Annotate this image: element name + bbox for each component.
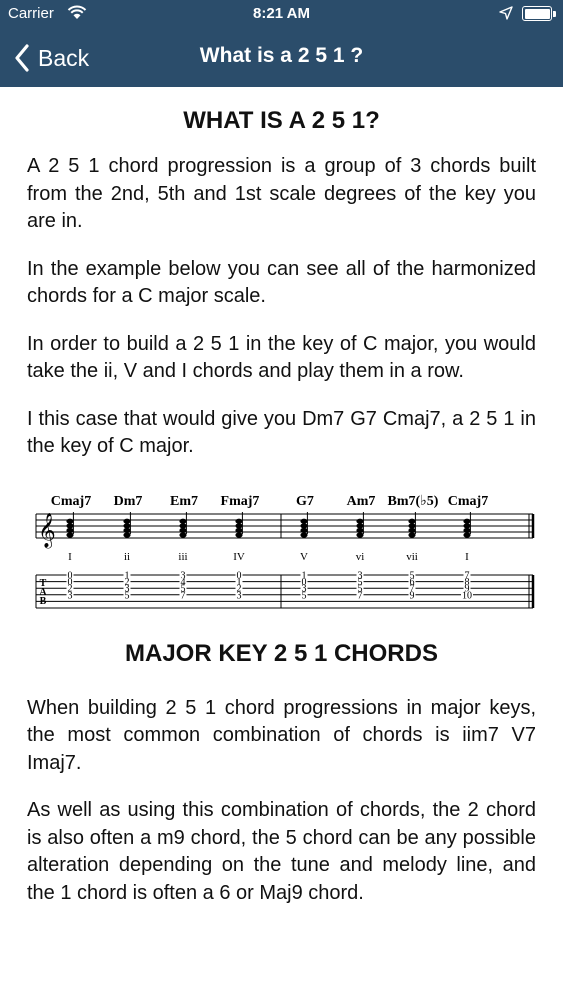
chord-name-label: Cmaj7 — [51, 494, 91, 509]
notation-tab-figure: Cmaj7 Dm7 Em7 Fmaj7 G7 Am7 Bm7(♭5) Cmaj7𝄞I ii iii… — [35, 494, 535, 608]
notehead — [463, 527, 471, 533]
article-paragraph: In order to build a 2 5 1 in the key of … — [27, 332, 536, 383]
notehead — [123, 531, 131, 538]
location-arrow-icon — [499, 6, 513, 20]
treble-clef-symbol: 𝄞 — [38, 513, 56, 549]
tab-clef-letter: B — [40, 596, 47, 607]
battery-icon — [522, 6, 556, 21]
notehead — [408, 527, 416, 533]
notehead — [179, 522, 187, 528]
tab-fret-number: 5 — [125, 590, 130, 601]
scale-degree-label: ii — [124, 551, 130, 563]
notehead — [66, 522, 74, 528]
page-title: What is a 2 5 1 ? — [199, 44, 364, 67]
notehead — [123, 522, 131, 528]
tab-fret-number: 7 — [181, 590, 186, 601]
notehead — [179, 527, 187, 533]
notehead — [179, 531, 187, 538]
article-paragraph: A 2 5 1 chord progression is a group of … — [27, 155, 536, 232]
tab-fret-number: 10 — [462, 590, 472, 601]
status-bar: Carrier 8:21 AM — [0, 0, 563, 30]
notehead — [235, 518, 243, 524]
scale-degree-label: vi — [356, 551, 365, 563]
section-heading: MAJOR KEY 2 5 1 CHORDS — [125, 639, 438, 667]
notehead — [235, 531, 243, 538]
chord-name-label: G7 — [296, 494, 314, 509]
notehead — [463, 518, 471, 524]
chord-name-label: Dm7 — [114, 494, 143, 509]
notehead — [463, 531, 471, 538]
notehead — [123, 518, 131, 524]
chord-name-label: Fmaj7 — [221, 494, 260, 509]
tab-fret-number: 3 — [237, 590, 242, 601]
notehead — [408, 531, 416, 538]
scale-degree-label: iii — [178, 551, 187, 563]
chord-notation-image: Cmaj7 Dm7 Em7 Fmaj7 G7 Am7 Bm7(♭5) Cmaj7 𝄞 Iii iii… — [27, 488, 536, 623]
notehead — [179, 518, 187, 524]
tab-fret-number: 9 — [410, 590, 415, 601]
notehead — [408, 522, 416, 528]
notehead — [300, 518, 308, 524]
scale-degree-label: vii — [406, 551, 418, 563]
navigation-header: Carrier 8:21 AM Back What is a 2 5 1 ? — [0, 0, 563, 87]
notehead — [463, 522, 471, 528]
notehead — [66, 527, 74, 533]
notehead — [300, 522, 308, 528]
notehead — [356, 531, 364, 538]
tab-fret-number: 7 — [358, 590, 363, 601]
article-paragraph: When building 2 5 1 chord progressions i… — [27, 696, 536, 774]
article-heading: WHAT IS A 2 5 1? — [183, 107, 380, 134]
tab-fret-number: 5 — [302, 590, 307, 601]
scale-degree-label: IV — [233, 551, 245, 563]
chord-name-label: Am7 — [347, 494, 376, 509]
notehead — [66, 518, 74, 524]
nav-bar: Back What is a 2 5 1 ? — [0, 30, 563, 87]
notehead — [356, 522, 364, 528]
notehead — [408, 518, 416, 524]
notehead — [356, 518, 364, 524]
scale-degree-label: V — [300, 551, 308, 563]
notehead — [123, 527, 131, 533]
article-paragraph: In the example below you can see all of … — [27, 257, 536, 308]
notehead — [66, 531, 74, 538]
article-paragraph: I this case that would give you Dm7 G7 C… — [27, 407, 536, 458]
notehead — [235, 527, 243, 533]
chord-name-label: Em7 — [170, 494, 198, 509]
notehead — [356, 527, 364, 533]
tab-fret-number: 3 — [68, 590, 73, 601]
notehead — [235, 522, 243, 528]
article-paragraph: As well as using this combination of cho… — [27, 799, 536, 904]
scale-degree-label: I — [68, 551, 72, 563]
status-time: 8:21 AM — [253, 5, 310, 22]
chord-name-label: Cmaj7 — [448, 494, 488, 509]
chord-name-label: Bm7(♭5) — [388, 494, 439, 509]
scale-degree-label: I — [465, 551, 469, 563]
article-content: WHAT IS A 2 5 1? A 2 5 1 chord progressi… — [27, 87, 536, 907]
notehead — [300, 527, 308, 533]
notehead — [300, 531, 308, 538]
